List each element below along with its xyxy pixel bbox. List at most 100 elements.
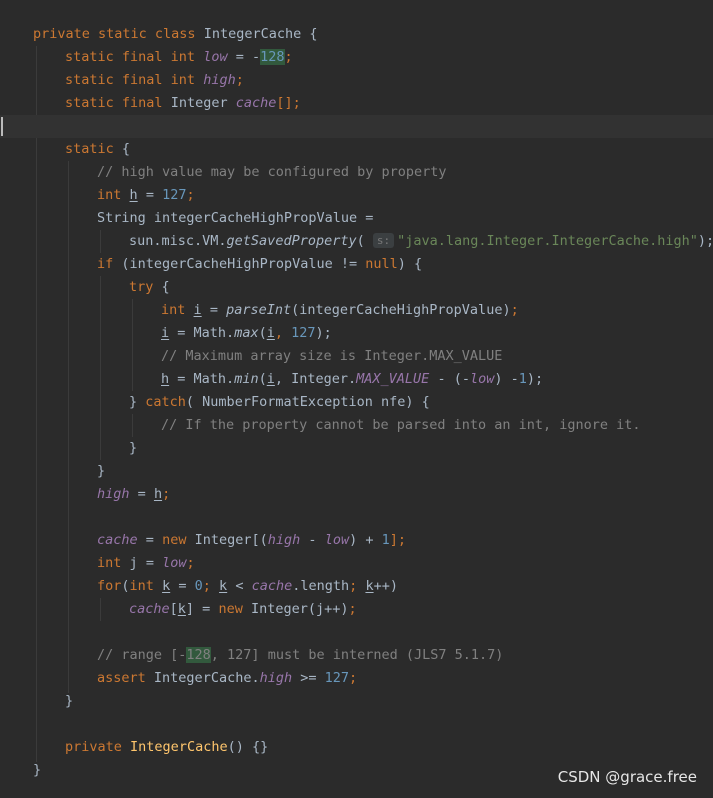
code-line-high-declaration[interactable]: static final int high;	[0, 69, 713, 92]
watermark: CSDN @grace.free	[557, 768, 697, 786]
number-literal: 127	[324, 670, 350, 686]
method-call: min	[234, 371, 259, 387]
variable: k	[162, 578, 171, 594]
variable: i	[266, 325, 275, 341]
code-text: sun.misc.VM.	[129, 233, 227, 249]
code-text: = Math.	[177, 371, 235, 387]
code-line-close-if[interactable]: }	[0, 460, 713, 483]
code-text: , Integer.	[274, 371, 357, 387]
variable: i	[193, 302, 202, 318]
method-call: getSavedProperty	[226, 233, 357, 249]
code-line-j-declaration[interactable]: int j = low;	[0, 552, 713, 575]
code-line-assert[interactable]: assert IntegerCache.high >= 127;	[0, 667, 713, 690]
keyword: static	[65, 141, 114, 157]
code-editor[interactable]: private static class IntegerCache { stat…	[0, 0, 713, 798]
string-literal: "java.lang.Integer.IntegerCache.high"	[397, 233, 698, 249]
keyword: static final int	[65, 72, 196, 88]
code-line-close-catch[interactable]: }	[0, 437, 713, 460]
code-text: IntegerCache.	[153, 670, 260, 686]
code-line-static-block[interactable]: static {	[0, 138, 713, 161]
variable: h	[153, 486, 163, 502]
brace: }	[65, 693, 74, 709]
semicolon: ;	[235, 72, 244, 88]
variable: h	[161, 371, 170, 387]
code-line-i-max[interactable]: i = Math.max(i, 127);	[0, 322, 713, 345]
variable: k	[219, 578, 228, 594]
type-name: Integer	[170, 95, 228, 111]
code-line-cache-declaration[interactable]: static final Integer cache[];	[0, 92, 713, 115]
code-line-for-loop[interactable]: for(int k = 0; k < cache.length; k++)	[0, 575, 713, 598]
semicolon: ;	[349, 670, 358, 686]
text-caret	[1, 117, 3, 136]
code-line-close-static[interactable]: }	[0, 690, 713, 713]
code-line-comment-range[interactable]: // range [-128, 127] must be interned (J…	[0, 644, 713, 667]
code-line-class-declaration[interactable]: private static class IntegerCache {	[0, 23, 713, 46]
semicolon: ;	[348, 601, 357, 617]
comment: , 127] must be interned (JLS7 5.1.7)	[210, 647, 504, 663]
code-line-catch[interactable]: } catch( NumberFormatException nfe) {	[0, 391, 713, 414]
operator: -	[252, 49, 261, 65]
code-line-comment-max-array[interactable]: // Maximum array size is Integer.MAX_VAL…	[0, 345, 713, 368]
comment: // Maximum array size is Integer.MAX_VAL…	[161, 348, 503, 364]
code-line-low-declaration[interactable]: static final int low = -128;	[0, 46, 713, 69]
code-line-current-empty[interactable]	[0, 115, 713, 138]
comment: // If the property cannot be parsed into…	[161, 417, 641, 433]
code-line-try[interactable]: try {	[0, 276, 713, 299]
keyword: assert	[97, 670, 146, 686]
semicolon: ;	[186, 555, 195, 571]
keyword: catch	[145, 394, 186, 410]
code-line-cache-new[interactable]: cache = new Integer[(high - low) + 1];	[0, 529, 713, 552]
constructor-name: IntegerCache	[130, 739, 228, 755]
code-line-h-min[interactable]: h = Math.min(i, Integer.MAX_VALUE - (-lo…	[0, 368, 713, 391]
brace: }	[97, 463, 106, 479]
operator: =	[235, 49, 244, 65]
keyword: new	[218, 601, 243, 617]
brace: {	[161, 279, 170, 295]
code-text: ] =	[185, 601, 211, 617]
keyword: int	[161, 302, 186, 318]
operator: =	[137, 486, 146, 502]
comment: // range [-	[97, 647, 187, 663]
field-name: cache	[97, 532, 138, 548]
code-text: ) +	[349, 532, 374, 548]
number-literal: 127	[162, 187, 187, 203]
operator: <	[235, 578, 244, 594]
code-line-comment-ignore[interactable]: // If the property cannot be parsed into…	[0, 414, 713, 437]
punctuation: );	[315, 325, 332, 341]
code-line-i-declaration[interactable]: int i = parseInt(integerCacheHighPropVal…	[0, 299, 713, 322]
code-line-if-statement[interactable]: if (integerCacheHighPropValue != null) {	[0, 253, 713, 276]
code-line-constructor[interactable]: private IntegerCache() {}	[0, 736, 713, 759]
punctuation: );	[526, 371, 544, 387]
number-literal: 1	[518, 371, 527, 387]
semicolon: ;	[349, 578, 358, 594]
punctuation: ) {	[397, 256, 423, 272]
code-text: (integerCacheHighPropValue)	[291, 302, 511, 318]
number-literal: 127	[291, 325, 316, 341]
code-line-comment-property[interactable]: // high value may be configured by prope…	[0, 161, 713, 184]
semicolon: ;	[510, 302, 519, 318]
keyword: if	[97, 256, 114, 272]
keyword: for	[97, 578, 122, 594]
code-text: = Math.	[177, 325, 235, 341]
constant: MAX_VALUE	[356, 371, 430, 387]
keyword: static final	[65, 95, 163, 111]
operator: >=	[300, 670, 317, 686]
paren: (	[356, 233, 365, 249]
variable: k	[177, 601, 186, 617]
brace: {	[121, 141, 131, 157]
code-line-prop-declaration[interactable]: String integerCacheHighPropValue =	[0, 207, 713, 230]
semicolon: ;	[202, 578, 211, 594]
bracket: [	[169, 601, 178, 617]
method-call: parseInt	[226, 302, 292, 318]
field-reference: cache	[129, 601, 170, 617]
field-reference: low	[469, 371, 495, 387]
operator: =	[209, 302, 218, 318]
brace: }	[129, 440, 138, 456]
keyword: private static class	[33, 26, 196, 42]
code-line-high-assign[interactable]: high = h;	[0, 483, 713, 506]
code-line-get-saved-property[interactable]: sun.misc.VM.getSavedProperty( s: "java.la…	[0, 230, 713, 253]
code-line-h-declaration[interactable]: int h = 127;	[0, 184, 713, 207]
code-text: - (-	[437, 371, 470, 387]
code-line-cache-assign[interactable]: cache[k] = new Integer(j++);	[0, 598, 713, 621]
code-text: .length	[292, 578, 350, 594]
